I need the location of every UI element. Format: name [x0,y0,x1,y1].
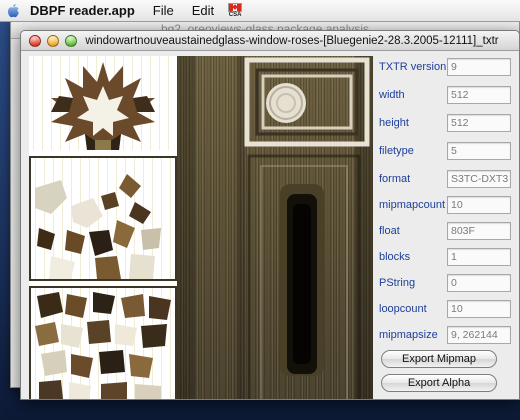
field-pstring[interactable]: 0 [447,274,511,292]
window-titlebar[interactable]: windowartnouveaustainedglass-window-rose… [21,31,519,51]
label-filetype: filetype [379,145,414,157]
texture-preview [177,56,373,399]
file-menu[interactable]: File [144,0,183,22]
edit-menu[interactable]: Edit [183,0,223,22]
export-alpha-button[interactable]: Export Alpha [381,374,497,392]
texture-window: windowartnouveaustainedglass-window-rose… [20,30,520,400]
minimize-button[interactable] [47,34,59,47]
field-loopcount[interactable]: 10 [447,300,511,318]
field-filetype[interactable]: 5 [447,142,511,160]
field-mipmapcount[interactable]: 10 [447,196,511,214]
label-txtr-version: TXTR version [379,61,447,73]
field-blocks[interactable]: 1 [447,248,511,266]
field-width[interactable]: 512 [447,86,511,104]
zoom-button[interactable] [65,34,77,47]
field-height[interactable]: 512 [447,114,511,132]
app-menu[interactable]: DBPF reader.app [26,0,144,22]
label-pstring: PString [379,277,416,289]
window-title: windowartnouveaustainedglass-window-rose… [85,34,499,47]
flag-code: CSA [228,11,242,18]
apple-icon[interactable] [0,0,26,22]
label-height: height [379,117,409,129]
field-float[interactable]: 803F [447,222,511,240]
field-mipmapsize[interactable]: 9, 262144 [447,326,511,344]
mipmap-preview-3 [29,286,177,399]
field-txtr-version[interactable]: 9 [447,58,511,76]
close-button[interactable] [29,34,41,47]
export-mipmap-button[interactable]: Export Mipmap [381,350,497,368]
input-menu-flag-icon[interactable]: CSA [225,0,245,22]
mipmap-preview-1 [29,56,177,150]
label-width: width [379,89,405,101]
menu-bar: DBPF reader.app File Edit CSA [0,0,520,22]
mipmap-preview-2 [29,156,177,281]
label-mipmapsize: mipmapsize [379,329,438,341]
field-format[interactable]: S3TC-DXT3 [447,170,511,188]
label-format: format [379,173,411,185]
label-loopcount: loopcount [379,303,427,315]
label-blocks: blocks [379,251,411,263]
label-float: float [379,225,400,237]
label-mipmapcount: mipmapcount [379,199,446,211]
mipmap-previews [29,56,177,399]
